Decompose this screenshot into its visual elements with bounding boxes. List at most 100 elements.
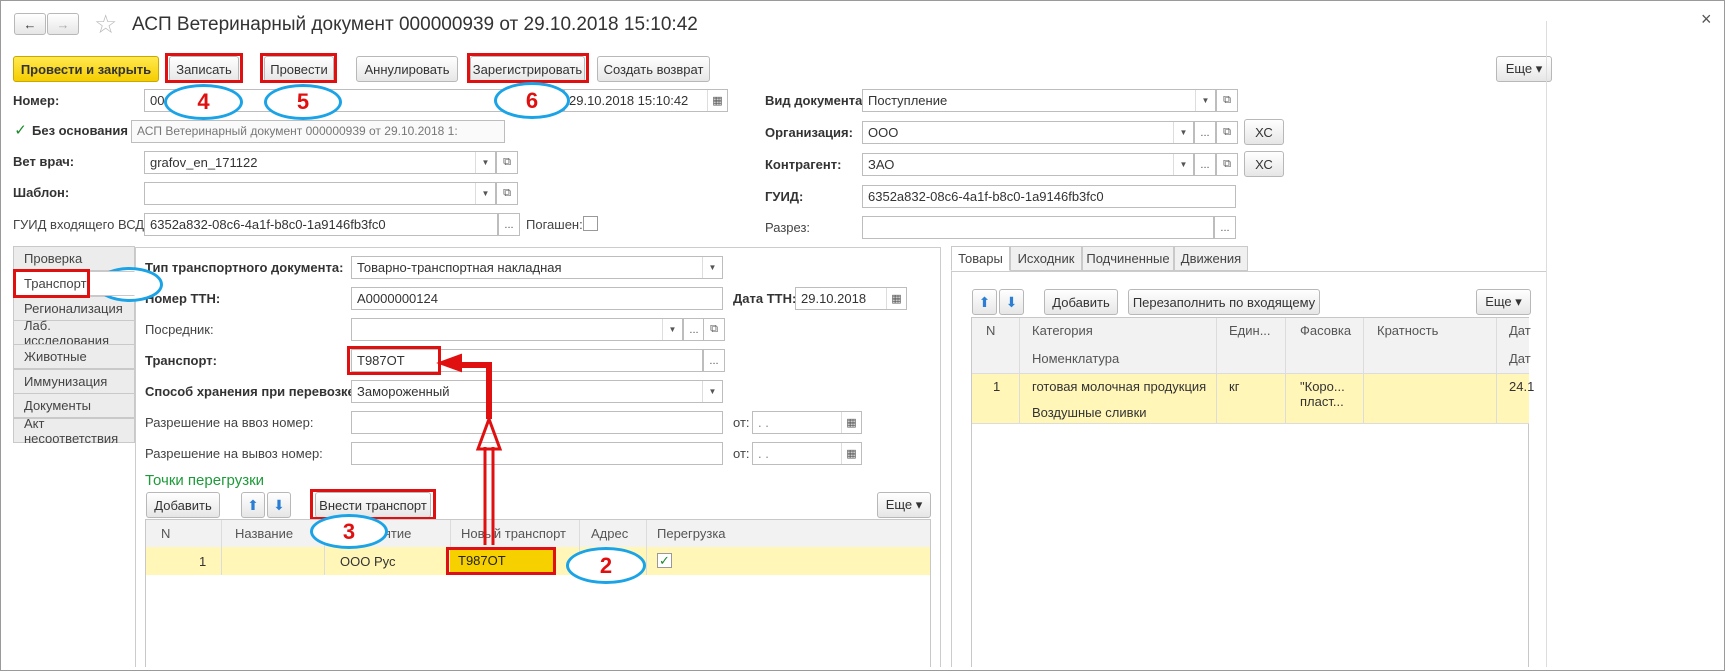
- export-date-value: . .: [758, 446, 769, 461]
- section-label: Разрез:: [765, 220, 811, 235]
- goods-row-nomenclature: Воздушные сливки: [1032, 405, 1147, 420]
- export-permit-field[interactable]: [351, 442, 723, 465]
- create-return-button[interactable]: Создать возврат: [597, 56, 710, 82]
- goods-tab-1[interactable]: Исходник: [1010, 246, 1082, 271]
- doc-type-label: Вид документа:: [765, 93, 867, 108]
- more-button[interactable]: Еще ▾: [1496, 56, 1552, 82]
- goods-down-button[interactable]: ⬇: [999, 289, 1024, 315]
- col-divider: [1285, 318, 1286, 423]
- select-icon[interactable]: ...: [1194, 153, 1216, 176]
- favorite-star-icon[interactable]: ☆: [94, 9, 117, 40]
- guid-field[interactable]: 6352a832-08c6-4a1f-b8c0-1a9146fb3fc0: [862, 185, 1236, 208]
- move-up-button[interactable]: ⬆: [241, 492, 265, 518]
- vet-label: Вет врач:: [13, 154, 75, 169]
- transport-label: Транспорт:: [145, 353, 217, 368]
- arrow-down-icon: ⬇: [273, 496, 285, 513]
- import-permit-field[interactable]: [351, 411, 723, 434]
- open-icon[interactable]: ⧉: [496, 182, 518, 205]
- transport-doc-type-field[interactable]: Товарно-транспортная накладная ▼: [351, 256, 723, 279]
- import-date-value: . .: [758, 415, 769, 430]
- ttn-field[interactable]: А0000000124: [351, 287, 723, 310]
- side-tab-5[interactable]: Иммунизация: [13, 369, 135, 394]
- no-basis-checkbox[interactable]: ✓: [13, 122, 28, 139]
- storage-label: Способ хранения при перевозке:: [145, 384, 360, 399]
- side-tab-4[interactable]: Животные: [13, 344, 135, 369]
- side-tab-3[interactable]: Лаб. исследования: [13, 318, 135, 348]
- basis-value: АСП Ветеринарный документ 000000939 от 2…: [137, 124, 458, 138]
- select-icon[interactable]: ...: [498, 213, 520, 236]
- add-point-button[interactable]: Добавить: [146, 492, 220, 518]
- calendar-icon[interactable]: ▦: [707, 90, 727, 111]
- contractor-xc-button[interactable]: ХС: [1244, 151, 1284, 177]
- import-date-field[interactable]: . . ▦: [752, 411, 862, 434]
- post-and-close-button[interactable]: Провести и закрыть: [13, 56, 159, 82]
- goods-add-button[interactable]: Добавить: [1044, 289, 1118, 315]
- open-icon[interactable]: ⧉: [1216, 121, 1238, 144]
- select-icon[interactable]: ...: [1194, 121, 1216, 144]
- broker-label: Посредник:: [145, 322, 214, 337]
- refill-button[interactable]: Перезаполнить по входящему: [1128, 289, 1320, 315]
- chevron-down-icon[interactable]: ▼: [475, 183, 495, 204]
- open-icon[interactable]: ⧉: [703, 318, 725, 341]
- calendar-icon[interactable]: ▦: [841, 412, 861, 433]
- open-icon[interactable]: ⧉: [496, 151, 518, 174]
- section-field[interactable]: [862, 216, 1214, 239]
- select-icon[interactable]: ...: [1214, 216, 1236, 239]
- org-field[interactable]: ООО ▼: [862, 121, 1194, 144]
- arrow-up-icon: ⬆: [247, 496, 259, 513]
- calendar-icon[interactable]: ▦: [841, 443, 861, 464]
- goods-tab-3[interactable]: Движения: [1174, 246, 1248, 271]
- basis-field[interactable]: АСП Ветеринарный документ 000000939 от 2…: [131, 120, 505, 143]
- broker-field[interactable]: ▼: [351, 318, 683, 341]
- goods-row-pack-1: "Коро...: [1300, 379, 1345, 394]
- chevron-down-icon[interactable]: ▼: [702, 381, 722, 402]
- contractor-field[interactable]: ЗАО ▼: [862, 153, 1194, 176]
- row-reload-checkbox[interactable]: ✓: [657, 553, 672, 568]
- goods-more-button[interactable]: Еще ▾: [1476, 289, 1531, 315]
- annul-button[interactable]: Аннулировать: [356, 56, 458, 82]
- open-icon[interactable]: ⧉: [1216, 89, 1238, 112]
- select-icon[interactable]: ...: [683, 318, 705, 341]
- goods-up-button[interactable]: ⬆: [972, 289, 997, 315]
- chevron-down-icon[interactable]: ▼: [1195, 90, 1215, 111]
- close-icon[interactable]: ×: [1701, 9, 1712, 30]
- points-more-button[interactable]: Еще ▾: [877, 492, 931, 518]
- select-icon[interactable]: ...: [703, 349, 725, 372]
- guid-in-field[interactable]: 6352a832-08c6-4a1f-b8c0-1a9146fb3fc0: [144, 213, 498, 236]
- forward-button[interactable]: →: [47, 13, 79, 35]
- side-tab-6[interactable]: Документы: [13, 393, 135, 418]
- col-divider: [646, 520, 647, 575]
- chevron-down-icon[interactable]: ▼: [662, 319, 682, 340]
- guid-in-value: 6352a832-08c6-4a1f-b8c0-1a9146fb3fc0: [150, 217, 386, 232]
- annotation-6: 6: [494, 82, 570, 119]
- repaid-checkbox[interactable]: [583, 216, 598, 231]
- annotation-2: 2: [566, 547, 646, 584]
- org-value: ООО: [868, 125, 899, 140]
- storage-field[interactable]: Замороженный ▼: [351, 380, 723, 403]
- scrollbar-track[interactable]: [1546, 21, 1547, 667]
- org-xc-button[interactable]: ХС: [1244, 119, 1284, 145]
- goods-col-date-2: Дат: [1509, 351, 1531, 366]
- chevron-down-icon[interactable]: ▼: [1173, 154, 1193, 175]
- move-down-button[interactable]: ⬇: [267, 492, 291, 518]
- chevron-down-icon[interactable]: ▼: [1173, 122, 1193, 143]
- arrow-down-icon: ⬇: [1005, 293, 1018, 310]
- import-permit-label: Разрешение на ввоз номер:: [145, 415, 314, 430]
- calendar-icon[interactable]: ▦: [886, 288, 906, 309]
- number-label: Номер:: [13, 93, 60, 108]
- export-date-field[interactable]: . . ▦: [752, 442, 862, 465]
- template-field[interactable]: ▼: [144, 182, 496, 205]
- side-tab-7[interactable]: Акт несоответствия: [13, 416, 135, 446]
- chevron-down-icon[interactable]: ▼: [702, 257, 722, 278]
- chevron-down-icon[interactable]: ▼: [475, 152, 495, 173]
- goods-tab-2[interactable]: Подчиненные: [1082, 246, 1174, 271]
- date-field[interactable]: 29.10.2018 15:10:42 ▦: [564, 89, 728, 112]
- goods-tab-0[interactable]: Товары: [951, 246, 1010, 271]
- back-button[interactable]: ←: [14, 13, 46, 35]
- transport-doc-type-value: Товарно-транспортная накладная: [357, 260, 562, 275]
- open-icon[interactable]: ⧉: [1216, 153, 1238, 176]
- ttn-date-field[interactable]: 29.10.2018 ▦: [795, 287, 907, 310]
- col-n: N: [161, 526, 171, 541]
- doc-type-field[interactable]: Поступление ▼: [862, 89, 1216, 112]
- vet-field[interactable]: grafov_en_171122 ▼: [144, 151, 496, 174]
